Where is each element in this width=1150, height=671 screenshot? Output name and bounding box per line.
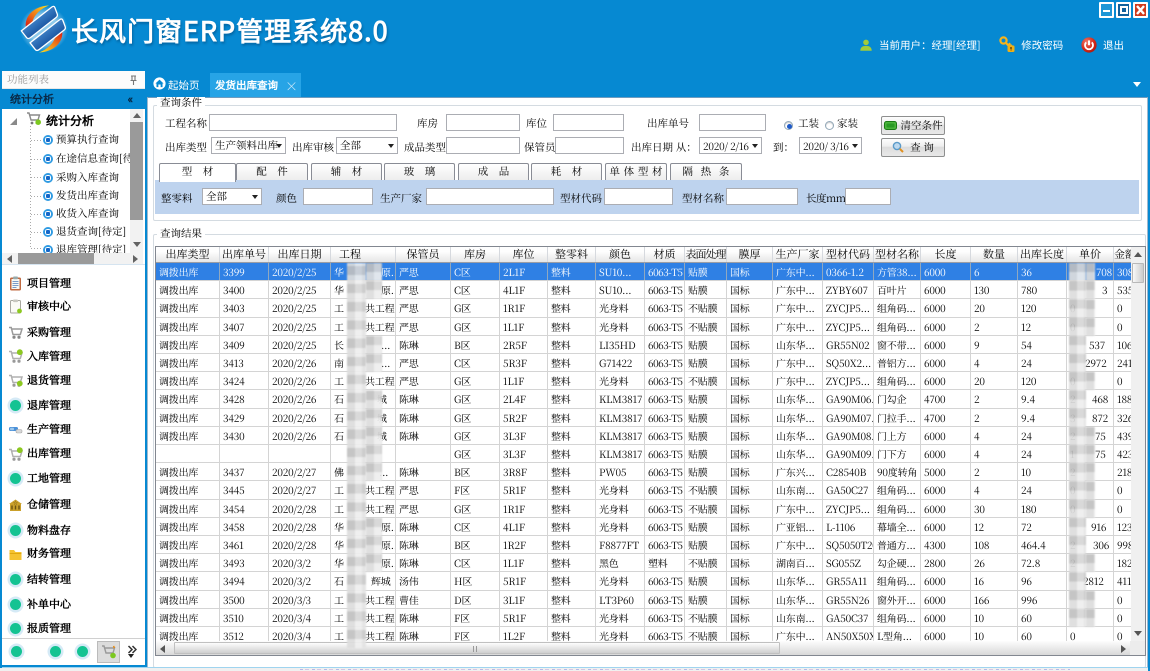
svg-text:☆: ☆ bbox=[13, 500, 18, 507]
